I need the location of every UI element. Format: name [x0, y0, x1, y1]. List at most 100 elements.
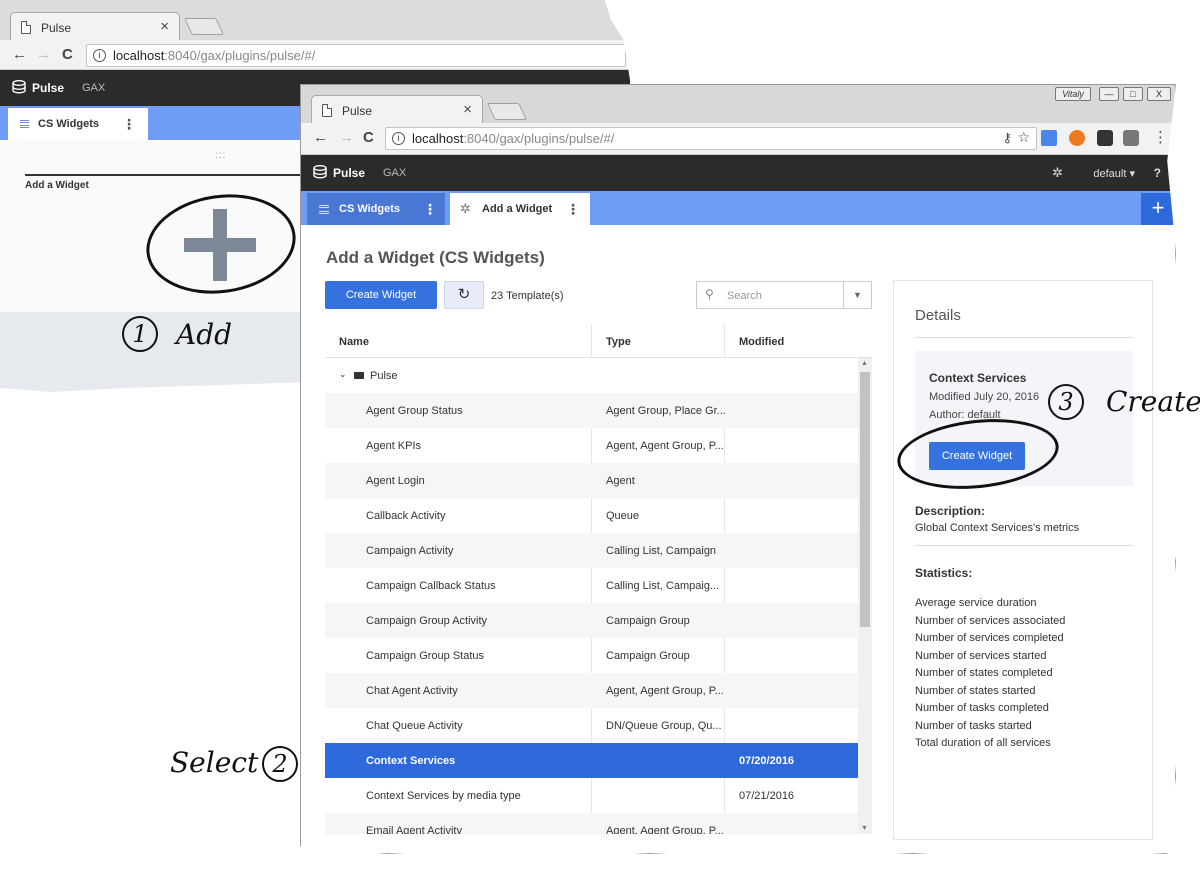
close-tab-icon[interactable]: × — [463, 101, 472, 118]
gear-icon[interactable]: ✲ — [1052, 165, 1063, 181]
reload-icon[interactable]: C — [363, 129, 374, 146]
details-panel: Details Context Services Modified July 2… — [893, 280, 1153, 840]
column-name[interactable]: Name — [339, 336, 369, 348]
folder-icon — [354, 372, 364, 379]
help-icon[interactable]: ? — [1154, 166, 1161, 180]
table-row-selected[interactable]: Context Services 07/20/2016 — [325, 743, 858, 778]
tab-label: CS Widgets — [339, 203, 401, 215]
list-item: Number of tasks completed — [915, 702, 1049, 714]
bookmark-star-icon[interactable]: ☆ — [1017, 129, 1030, 146]
table-row[interactable]: Agent Login Agent — [325, 463, 858, 498]
table-row[interactable]: Campaign Group Status Campaign Group — [325, 638, 858, 673]
template-count: 23 Template(s) — [491, 290, 564, 302]
url-host: localhost — [113, 48, 165, 63]
cell-type: Campaign Group — [606, 650, 690, 662]
forward-icon[interactable]: → — [339, 129, 354, 146]
list-item: Number of states completed — [915, 667, 1053, 679]
back-icon[interactable]: ← — [12, 46, 27, 63]
scroll-down-icon[interactable]: ▼ — [861, 825, 868, 832]
reload-icon[interactable]: C — [62, 46, 73, 63]
templates-table: Name Type Modified ⌄ Pulse Agent Group S… — [325, 324, 872, 834]
kebab-menu-icon[interactable]: ⋮ — [566, 201, 580, 218]
step-3-label: Create — [1106, 385, 1200, 418]
tab-cs-widgets[interactable]: CS Widgets ⋮ — [8, 108, 148, 140]
cell-type: Agent, Agent Group, P... — [606, 685, 724, 697]
table-row[interactable]: Campaign Group Activity Campaign Group — [325, 603, 858, 638]
table-row[interactable]: Chat Agent Activity Agent, Agent Group, P… — [325, 673, 858, 708]
chevron-down-icon[interactable]: ▼ — [843, 282, 871, 308]
cell-type: Agent Group, Place Gr... — [606, 405, 726, 417]
refresh-button[interactable]: ↻ — [444, 281, 484, 309]
brand-name[interactable]: Pulse — [32, 81, 64, 95]
cell-name: Campaign Group Status — [366, 650, 485, 662]
browser-menu-icon[interactable]: ⋮ — [1153, 128, 1168, 146]
column-modified[interactable]: Modified — [739, 336, 784, 348]
folder-row-pulse[interactable]: ⌄ Pulse — [325, 358, 858, 393]
maximize-button[interactable]: □ — [1123, 87, 1143, 101]
add-tab-button[interactable]: + — [1141, 193, 1175, 225]
drag-handle-icon[interactable]: ::: — [215, 150, 226, 161]
address-row: ← → C i localhost:8040/gax/plugins/pulse… — [301, 123, 1175, 155]
cell-type: Campaign Group — [606, 615, 690, 627]
table-row[interactable]: Agent KPIs Agent, Agent Group, P... — [325, 428, 858, 463]
forward-icon[interactable]: → — [36, 46, 51, 63]
brand-name[interactable]: Pulse — [333, 166, 365, 180]
table-row[interactable]: Agent Group Status Agent Group, Place Gr.… — [325, 393, 858, 428]
table-row[interactable]: Callback Activity Queue — [325, 498, 858, 533]
cell-type: Agent — [606, 475, 635, 487]
chevron-down-icon[interactable]: ⌄ — [339, 369, 347, 380]
cast-extension-icon[interactable] — [1123, 130, 1139, 146]
key-icon[interactable]: ⚷ — [1002, 130, 1012, 146]
tab-add-a-widget[interactable]: ✲ Add a Widget ⋮ — [450, 193, 590, 225]
nav-gax[interactable]: GAX — [82, 82, 105, 94]
cell-type: Agent, Agent Group, P... — [606, 825, 724, 834]
search-placeholder: Search — [727, 290, 762, 302]
tab-cs-widgets[interactable]: CS Widgets ⋮ — [307, 193, 445, 225]
kebab-menu-icon[interactable]: ⋮ — [423, 201, 437, 218]
cell-modified: 07/20/2016 — [739, 755, 795, 767]
scroll-up-icon[interactable]: ▲ — [861, 360, 868, 367]
table-scrollbar[interactable]: ▲ ▼ — [858, 358, 872, 834]
table-row[interactable]: Email Agent Activity Agent, Agent Group, … — [325, 813, 858, 834]
new-tab-button[interactable] — [184, 18, 224, 35]
statistics-label: Statistics: — [915, 566, 973, 580]
close-window-button[interactable]: X — [1147, 87, 1171, 101]
list-item: Number of services completed — [915, 632, 1064, 644]
scrollbar-thumb[interactable] — [860, 372, 870, 627]
translate-extension-icon[interactable] — [1041, 130, 1057, 146]
info-icon[interactable]: i — [392, 132, 405, 145]
folder-name: Pulse — [370, 370, 398, 382]
address-bar[interactable]: i localhost:8040/gax/plugins/pulse/#/ ⚷ … — [385, 127, 1037, 150]
dashboard-grid-icon — [20, 120, 29, 128]
nav-gax[interactable]: GAX — [383, 167, 406, 179]
browser-tab-title: Pulse — [342, 104, 373, 118]
block-extension-icon[interactable] — [1069, 130, 1085, 146]
back-icon[interactable]: ← — [313, 129, 328, 146]
table-row[interactable]: Campaign Activity Calling List, Campaign — [325, 533, 858, 568]
browser-tab[interactable]: Pulse × — [311, 95, 483, 123]
user-profile-badge[interactable]: Vitaly — [1055, 87, 1091, 101]
minimize-button[interactable]: — — [1099, 87, 1119, 101]
cell-name: Agent Group Status — [366, 405, 463, 417]
template-modified: Modified July 20, 2016 — [929, 391, 1040, 403]
user-menu[interactable]: default ▾ — [1093, 167, 1135, 180]
table-row[interactable]: Chat Queue Activity DN/Queue Group, Qu... — [325, 708, 858, 743]
kebab-menu-icon[interactable]: ⋮ — [122, 116, 136, 133]
new-tab-button[interactable] — [487, 103, 527, 120]
table-row[interactable]: Campaign Callback Status Calling List, Ca… — [325, 568, 858, 603]
column-type[interactable]: Type — [606, 336, 631, 348]
address-bar[interactable]: i localhost:8040/gax/plugins/pulse/#/ — [86, 44, 626, 67]
search-field[interactable]: ⚲ Search ▼ — [696, 281, 872, 309]
screenshot-extension-icon[interactable] — [1097, 130, 1113, 146]
gear-icon: ✲ — [460, 201, 471, 216]
table-row[interactable]: Context Services by media type 07/21/2016 — [325, 778, 858, 813]
cell-name: Campaign Callback Status — [366, 580, 496, 592]
create-widget-button[interactable]: Create Widget — [325, 281, 437, 309]
close-tab-icon[interactable]: × — [160, 18, 169, 35]
pulse-logo-icon — [12, 80, 26, 94]
browser-tab[interactable]: Pulse × — [10, 12, 180, 40]
widget-divider — [25, 174, 315, 176]
description-text: Global Context Services's metrics — [915, 522, 1080, 534]
app-header: Pulse GAX ✲ default ▾ ? — [301, 155, 1175, 191]
info-icon[interactable]: i — [93, 49, 106, 62]
